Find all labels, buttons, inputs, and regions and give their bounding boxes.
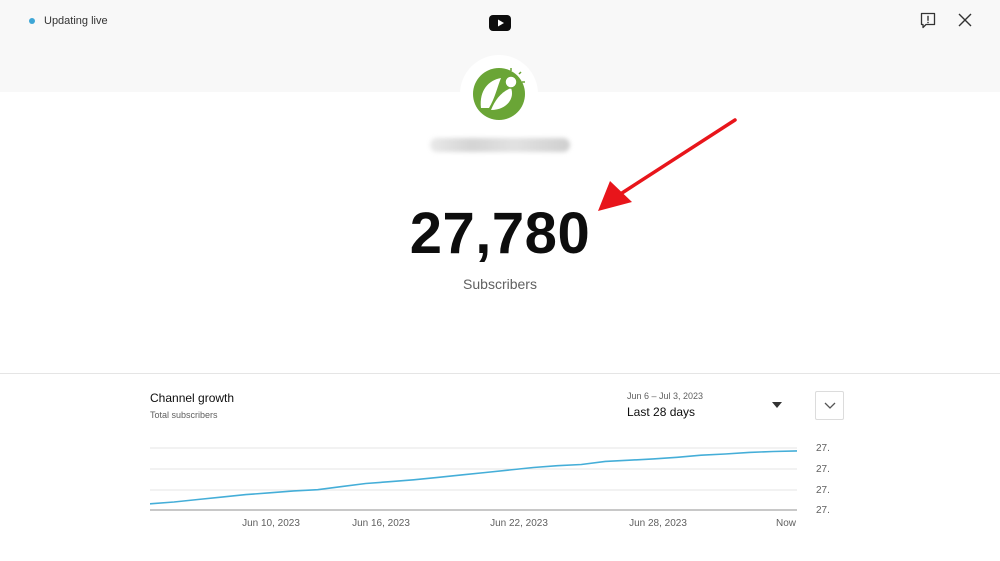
x-tick-label: Now bbox=[776, 518, 797, 529]
y-tick-label: 27.5K bbox=[816, 485, 830, 496]
section-divider bbox=[0, 373, 1000, 374]
y-tick-label: 27.3K bbox=[816, 505, 830, 516]
caret-down-icon[interactable] bbox=[772, 402, 782, 408]
annotation-arrow bbox=[598, 118, 737, 211]
x-tick-label: Jun 22, 2023 bbox=[490, 518, 548, 529]
chart-grid bbox=[150, 447, 797, 511]
chevron-down-icon bbox=[824, 402, 835, 409]
live-dot-icon bbox=[29, 18, 35, 24]
x-tick-label: Jun 16, 2023 bbox=[352, 518, 410, 529]
y-tick-label: 27.8K bbox=[816, 443, 830, 454]
y-axis-ticks: 27.8K 27.6K 27.5K 27.3K bbox=[816, 443, 830, 516]
close-icon[interactable] bbox=[958, 13, 972, 27]
y-tick-label: 27.6K bbox=[816, 464, 830, 475]
x-tick-label: Jun 10, 2023 bbox=[242, 518, 300, 529]
expand-button[interactable] bbox=[815, 391, 844, 420]
growth-title: Channel growth bbox=[150, 391, 235, 405]
growth-subtitle: Total subscribers bbox=[150, 410, 218, 420]
live-status-label: Updating live bbox=[44, 15, 108, 27]
channel-name-blurred bbox=[430, 138, 570, 152]
live-status: Updating live bbox=[29, 15, 108, 27]
x-axis-ticks: Jun 10, 2023 Jun 16, 2023 Jun 22, 2023 Jun … bbox=[242, 518, 797, 529]
youtube-logo-icon[interactable] bbox=[489, 15, 511, 31]
channel-avatar[interactable] bbox=[460, 55, 538, 133]
leaf-logo-icon bbox=[473, 68, 525, 120]
growth-chart: Jun 10, 2023 Jun 16, 2023 Jun 22, 2023 Jun … bbox=[150, 443, 830, 529]
report-icon[interactable] bbox=[920, 12, 936, 30]
date-range-label: Jun 6 – Jul 3, 2023 bbox=[627, 391, 704, 401]
subscriber-count: 27,780 bbox=[409, 201, 591, 266]
subscriber-label: Subscribers bbox=[463, 276, 537, 292]
period-dropdown[interactable]: Last 28 days bbox=[627, 405, 695, 419]
x-tick-label: Jun 28, 2023 bbox=[629, 518, 687, 529]
series-line bbox=[150, 450, 798, 505]
